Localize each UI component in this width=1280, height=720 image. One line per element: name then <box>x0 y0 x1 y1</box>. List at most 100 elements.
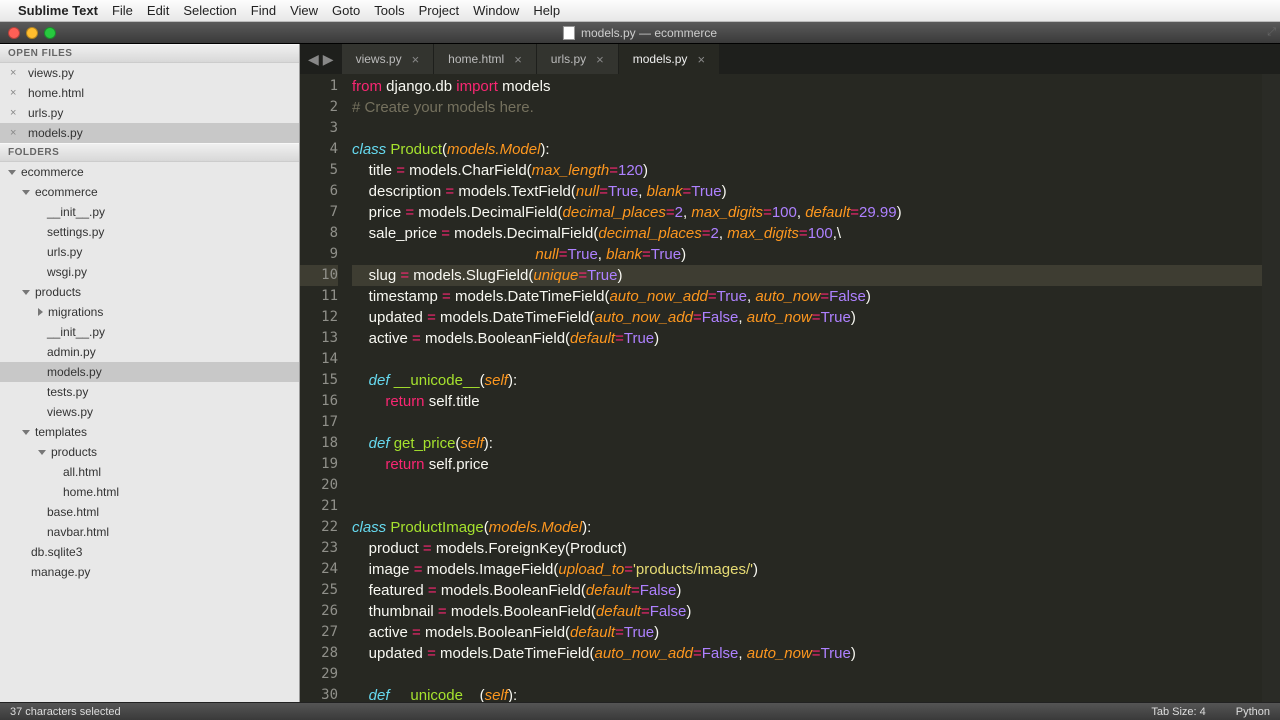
menu-edit[interactable]: Edit <box>147 3 169 18</box>
code-line[interactable]: timestamp = models.DateTimeField(auto_no… <box>352 286 1262 307</box>
code-line[interactable]: featured = models.BooleanField(default=F… <box>352 580 1262 601</box>
folder-item[interactable]: products <box>0 282 299 302</box>
code-line[interactable]: thumbnail = models.BooleanField(default=… <box>352 601 1262 622</box>
code-line[interactable]: sale_price = models.DecimalField(decimal… <box>352 223 1262 244</box>
line-number[interactable]: 28 <box>300 643 338 664</box>
code-line[interactable]: class ProductImage(models.Model): <box>352 517 1262 538</box>
close-window-button[interactable] <box>8 27 20 39</box>
editor-tab[interactable]: views.py× <box>342 44 434 74</box>
file-item[interactable]: tests.py <box>0 382 299 402</box>
code-line[interactable]: active = models.BooleanField(default=Tru… <box>352 328 1262 349</box>
close-file-icon[interactable]: × <box>10 67 20 79</box>
line-number[interactable]: 23 <box>300 538 338 559</box>
editor-tab[interactable]: home.html× <box>434 44 536 74</box>
editor-tab[interactable]: urls.py× <box>537 44 618 74</box>
code-line[interactable]: class Product(models.Model): <box>352 139 1262 160</box>
app-menu[interactable]: Sublime Text <box>18 3 98 18</box>
code-line[interactable]: description = models.TextField(null=True… <box>352 181 1262 202</box>
status-syntax[interactable]: Python <box>1236 706 1270 718</box>
code-line[interactable]: null=True, blank=True) <box>352 244 1262 265</box>
code-line[interactable]: return self.price <box>352 454 1262 475</box>
line-number[interactable]: 17 <box>300 412 338 433</box>
line-number[interactable]: 10 <box>300 265 338 286</box>
line-number[interactable]: 5 <box>300 160 338 181</box>
line-number[interactable]: 12 <box>300 307 338 328</box>
close-file-icon[interactable]: × <box>10 127 20 139</box>
minimap[interactable] <box>1262 74 1280 702</box>
file-item[interactable]: __init__.py <box>0 322 299 342</box>
menu-window[interactable]: Window <box>473 3 519 18</box>
file-item[interactable]: views.py <box>0 402 299 422</box>
folder-item[interactable]: products <box>0 442 299 462</box>
folder-item[interactable]: ecommerce <box>0 162 299 182</box>
line-number[interactable]: 22 <box>300 517 338 538</box>
line-number[interactable]: 8 <box>300 223 338 244</box>
close-tab-icon[interactable]: × <box>514 52 522 67</box>
menu-tools[interactable]: Tools <box>374 3 404 18</box>
close-tab-icon[interactable]: × <box>697 52 705 67</box>
close-file-icon[interactable]: × <box>10 107 20 119</box>
file-item[interactable]: wsgi.py <box>0 262 299 282</box>
chevron-down-icon[interactable] <box>22 190 30 195</box>
file-item[interactable]: models.py <box>0 362 299 382</box>
code-line[interactable]: active = models.BooleanField(default=Tru… <box>352 622 1262 643</box>
code-line[interactable]: def get_price(self): <box>352 433 1262 454</box>
menu-project[interactable]: Project <box>419 3 459 18</box>
open-file-item[interactable]: ×views.py <box>0 63 299 83</box>
code-line[interactable] <box>352 118 1262 139</box>
folder-item[interactable]: ecommerce <box>0 182 299 202</box>
code-content[interactable]: from django.db import models# Create you… <box>346 74 1262 702</box>
folder-item[interactable]: migrations <box>0 302 299 322</box>
fullscreen-icon[interactable]: ⤢ <box>1267 26 1276 39</box>
chevron-down-icon[interactable] <box>38 450 46 455</box>
line-number[interactable]: 26 <box>300 601 338 622</box>
file-item[interactable]: admin.py <box>0 342 299 362</box>
chevron-right-icon[interactable] <box>38 308 43 316</box>
file-item[interactable]: manage.py <box>0 562 299 582</box>
menu-find[interactable]: Find <box>251 3 276 18</box>
line-number[interactable]: 9 <box>300 244 338 265</box>
file-item[interactable]: all.html <box>0 462 299 482</box>
code-line[interactable]: return self.title <box>352 391 1262 412</box>
zoom-window-button[interactable] <box>44 27 56 39</box>
code-line[interactable]: slug = models.SlugField(unique=True) <box>352 265 1262 286</box>
chevron-down-icon[interactable] <box>22 430 30 435</box>
code-line[interactable]: from django.db import models <box>352 76 1262 97</box>
code-line[interactable] <box>352 412 1262 433</box>
menu-goto[interactable]: Goto <box>332 3 360 18</box>
file-item[interactable]: __init__.py <box>0 202 299 222</box>
code-line[interactable]: image = models.ImageField(upload_to='pro… <box>352 559 1262 580</box>
line-number[interactable]: 29 <box>300 664 338 685</box>
nav-forward-icon[interactable]: ▶ <box>323 51 334 68</box>
open-file-item[interactable]: ×home.html <box>0 83 299 103</box>
code-line[interactable] <box>352 496 1262 517</box>
editor-tab[interactable]: models.py× <box>619 44 719 74</box>
line-number[interactable]: 25 <box>300 580 338 601</box>
line-number[interactable]: 19 <box>300 454 338 475</box>
line-number[interactable]: 2 <box>300 97 338 118</box>
line-number[interactable]: 15 <box>300 370 338 391</box>
line-number[interactable]: 6 <box>300 181 338 202</box>
file-item[interactable]: urls.py <box>0 242 299 262</box>
file-item[interactable]: db.sqlite3 <box>0 542 299 562</box>
line-number[interactable]: 30 <box>300 685 338 702</box>
close-tab-icon[interactable]: × <box>412 52 420 67</box>
chevron-down-icon[interactable] <box>8 170 16 175</box>
code-line[interactable]: def __unicode__(self): <box>352 685 1262 702</box>
code-line[interactable] <box>352 349 1262 370</box>
code-editor[interactable]: 1234567891011121314151617181920212223242… <box>300 74 1280 702</box>
code-line[interactable]: # Create your models here. <box>352 97 1262 118</box>
folder-item[interactable]: templates <box>0 422 299 442</box>
status-tab-size[interactable]: Tab Size: 4 <box>1151 706 1205 718</box>
menu-selection[interactable]: Selection <box>183 3 236 18</box>
code-line[interactable]: updated = models.DateTimeField(auto_now_… <box>352 643 1262 664</box>
file-item[interactable]: navbar.html <box>0 522 299 542</box>
open-file-item[interactable]: ×urls.py <box>0 103 299 123</box>
code-line[interactable]: updated = models.DateTimeField(auto_now_… <box>352 307 1262 328</box>
close-tab-icon[interactable]: × <box>596 52 604 67</box>
code-line[interactable] <box>352 475 1262 496</box>
line-number[interactable]: 4 <box>300 139 338 160</box>
chevron-down-icon[interactable] <box>22 290 30 295</box>
close-file-icon[interactable]: × <box>10 87 20 99</box>
line-number[interactable]: 20 <box>300 475 338 496</box>
